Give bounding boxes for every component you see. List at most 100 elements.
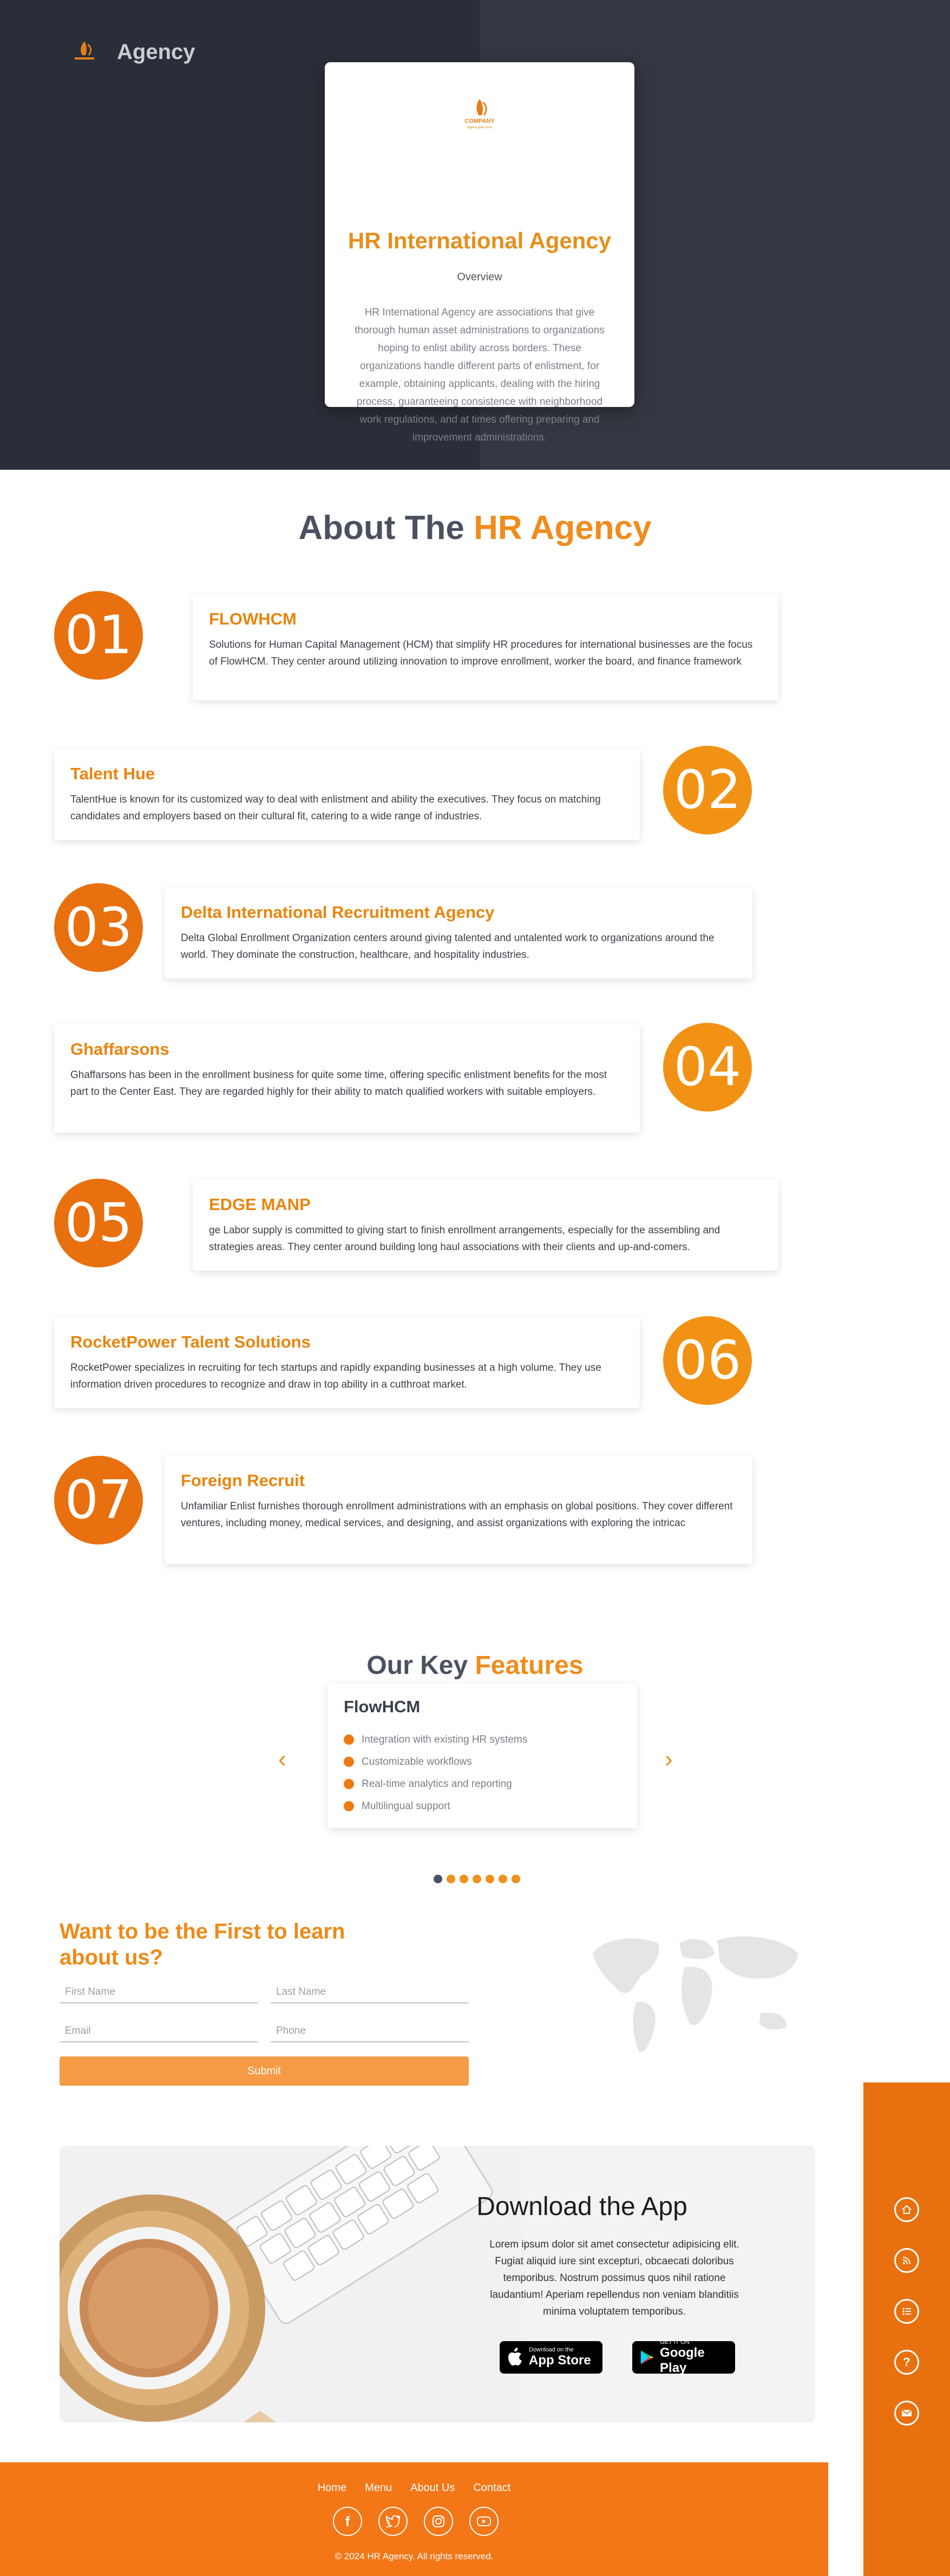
home-icon[interactable] (894, 2197, 919, 2222)
coffee-keyboard-image (60, 2146, 525, 2422)
youtube-icon[interactable] (469, 2507, 499, 2536)
copyright-text: © 2024 HR Agency. All rights reserved. (335, 2551, 494, 2561)
signup-title: Want to be the First to learn about us? (60, 1920, 345, 1969)
bullet-dot-icon (344, 1734, 354, 1745)
footer-nav: Home Menu About Us Contact (0, 2482, 828, 2494)
google-play-small-label: GET IT ON (660, 2339, 690, 2345)
instagram-icon[interactable] (424, 2507, 453, 2536)
item-number-02: 02 (663, 746, 752, 834)
app-title: Download the App (476, 2192, 687, 2221)
carousel-dot[interactable] (434, 1875, 442, 1883)
features-title-accent: Features (475, 1651, 584, 1680)
list-icon[interactable] (894, 2299, 919, 2324)
hero-subtitle: Overview (457, 271, 502, 283)
brand-name: Agency (117, 40, 195, 64)
chevron-right-icon[interactable]: › (665, 1746, 673, 1773)
google-play-icon (640, 2350, 654, 2364)
brand[interactable]: Agency (69, 37, 195, 67)
footer-link-contact[interactable]: Contact (473, 2482, 510, 2494)
hero-title: HR International Agency (348, 228, 612, 253)
feature-item-label: Real-time analytics and reporting (362, 1778, 512, 1790)
app-store-small-label: Download on the (529, 2347, 574, 2353)
apple-icon (508, 2348, 522, 2365)
feature-card-title: FlowHCM (344, 1697, 421, 1716)
side-panel: ? (863, 2082, 950, 2576)
footer-link-home[interactable]: Home (318, 2482, 346, 2494)
agency-card-delta: Delta International Recruitment Agency D… (165, 888, 752, 978)
facebook-icon[interactable]: f (333, 2507, 362, 2536)
company-logo-icon: COMPANY tagline goes here (464, 99, 495, 129)
agency-card-text: Unfamiliar Enlist furnishes thorough enr… (181, 1501, 733, 1529)
carousel-dot[interactable] (447, 1875, 455, 1883)
agency-card-ghaffarsons: Ghaffarsons Ghaffarsons has been in the … (54, 1024, 640, 1133)
carousel-dots (434, 1875, 520, 1883)
email-field[interactable] (60, 2021, 258, 2042)
features-title-main: Our Key (366, 1651, 468, 1680)
carousel-dot[interactable] (460, 1875, 468, 1883)
feature-item-label: Multilingual support (362, 1800, 450, 1812)
logo-text: COMPANY (464, 118, 495, 124)
app-store-button[interactable]: Download on the App Store (500, 2341, 602, 2374)
feature-list-item: Real-time analytics and reporting (344, 1773, 621, 1795)
agency-card-title: EDGE MANP (209, 1195, 311, 1214)
about-title-accent: HR Agency (474, 509, 652, 547)
agency-card-text: ge Labor supply is committed to giving s… (209, 1225, 720, 1253)
carousel-dot[interactable] (473, 1875, 481, 1883)
hero-description: HR International Agency are associations… (355, 307, 605, 443)
item-number-07: 07 (54, 1456, 143, 1545)
carousel-dot[interactable] (499, 1875, 507, 1883)
feature-card: FlowHCM Integration with existing HR sys… (327, 1683, 637, 1828)
submit-button[interactable]: Submit (60, 2056, 469, 2086)
agency-card-foreign-recruit: Foreign Recruit Unfamiliar Enlist furnis… (165, 1456, 752, 1564)
feature-list-item: Integration with existing HR systems (344, 1729, 621, 1751)
feature-list: Integration with existing HR systems Cus… (344, 1729, 621, 1817)
chevron-left-icon[interactable]: ‹ (278, 1746, 286, 1773)
feature-list-item: Customizable workflows (344, 1751, 621, 1773)
twitter-icon[interactable] (378, 2507, 408, 2536)
feature-list-item: Multilingual support (344, 1795, 621, 1817)
google-play-big-label: Google Play (660, 2345, 705, 2375)
agency-card-text: RocketPower specializes in recruiting fo… (70, 1362, 601, 1390)
social-links: f (333, 2507, 499, 2536)
hero-card: COMPANY tagline goes here HR Internation… (325, 62, 634, 443)
logo-tagline: tagline goes here (467, 126, 493, 129)
agency-card-title: Ghaffarsons (70, 1040, 169, 1059)
first-name-field[interactable] (60, 1982, 258, 2003)
about-title: About The HR Agency (0, 509, 950, 547)
footer-link-menu[interactable]: Menu (365, 2482, 392, 2494)
agency-card-text: Delta Global Enrollment Organization cen… (181, 932, 715, 961)
last-name-field[interactable] (271, 1982, 469, 2003)
help-icon[interactable]: ? (894, 2350, 919, 2375)
agency-card-flowhcm: FLOWHCM Solutions for Human Capital Mana… (193, 594, 778, 700)
agency-card-title: Talent Hue (70, 764, 155, 783)
hero-section: Agency COMPANY tagline goes here HR Inte… (0, 0, 950, 470)
about-title-main: About The (298, 509, 464, 547)
item-number-04: 04 (663, 1023, 752, 1112)
rss-icon[interactable] (894, 2248, 919, 2273)
phone-field[interactable] (271, 2021, 469, 2042)
agency-card-title: RocketPower Talent Solutions (70, 1332, 311, 1351)
agency-card-title: Delta International Recruitment Agency (181, 903, 495, 922)
feature-item-label: Integration with existing HR systems (362, 1733, 528, 1745)
item-number-06: 06 (663, 1316, 752, 1405)
item-number-03: 03 (54, 883, 143, 972)
carousel-dot[interactable] (512, 1875, 520, 1883)
app-store-big-label: App Store (529, 2353, 591, 2368)
footer-link-about[interactable]: About Us (410, 2482, 455, 2494)
agency-card-text: TalentHue is known for its customized wa… (70, 794, 601, 822)
bullet-dot-icon (344, 1757, 354, 1767)
app-description: Lorem ipsum dolor sit amet consectetur a… (489, 2239, 739, 2317)
agency-card-text: Solutions for Human Capital Management (… (209, 639, 753, 667)
feature-item-label: Customizable workflows (362, 1756, 472, 1767)
item-number-05: 05 (54, 1179, 143, 1267)
agency-card-title: Foreign Recruit (181, 1471, 305, 1490)
mail-icon[interactable] (894, 2401, 919, 2426)
bullet-dot-icon (344, 1779, 354, 1789)
agency-card-text: Ghaffarsons has been in the enrollment b… (70, 1069, 607, 1098)
agency-card-title: FLOWHCM (209, 609, 297, 628)
agency-card-talent-hue: Talent Hue TalentHue is known for its cu… (54, 749, 640, 840)
world-map-image (593, 1936, 798, 2052)
bullet-dot-icon (344, 1801, 354, 1811)
google-play-button[interactable]: GET IT ON Google Play (632, 2339, 735, 2375)
carousel-dot[interactable] (486, 1875, 494, 1883)
